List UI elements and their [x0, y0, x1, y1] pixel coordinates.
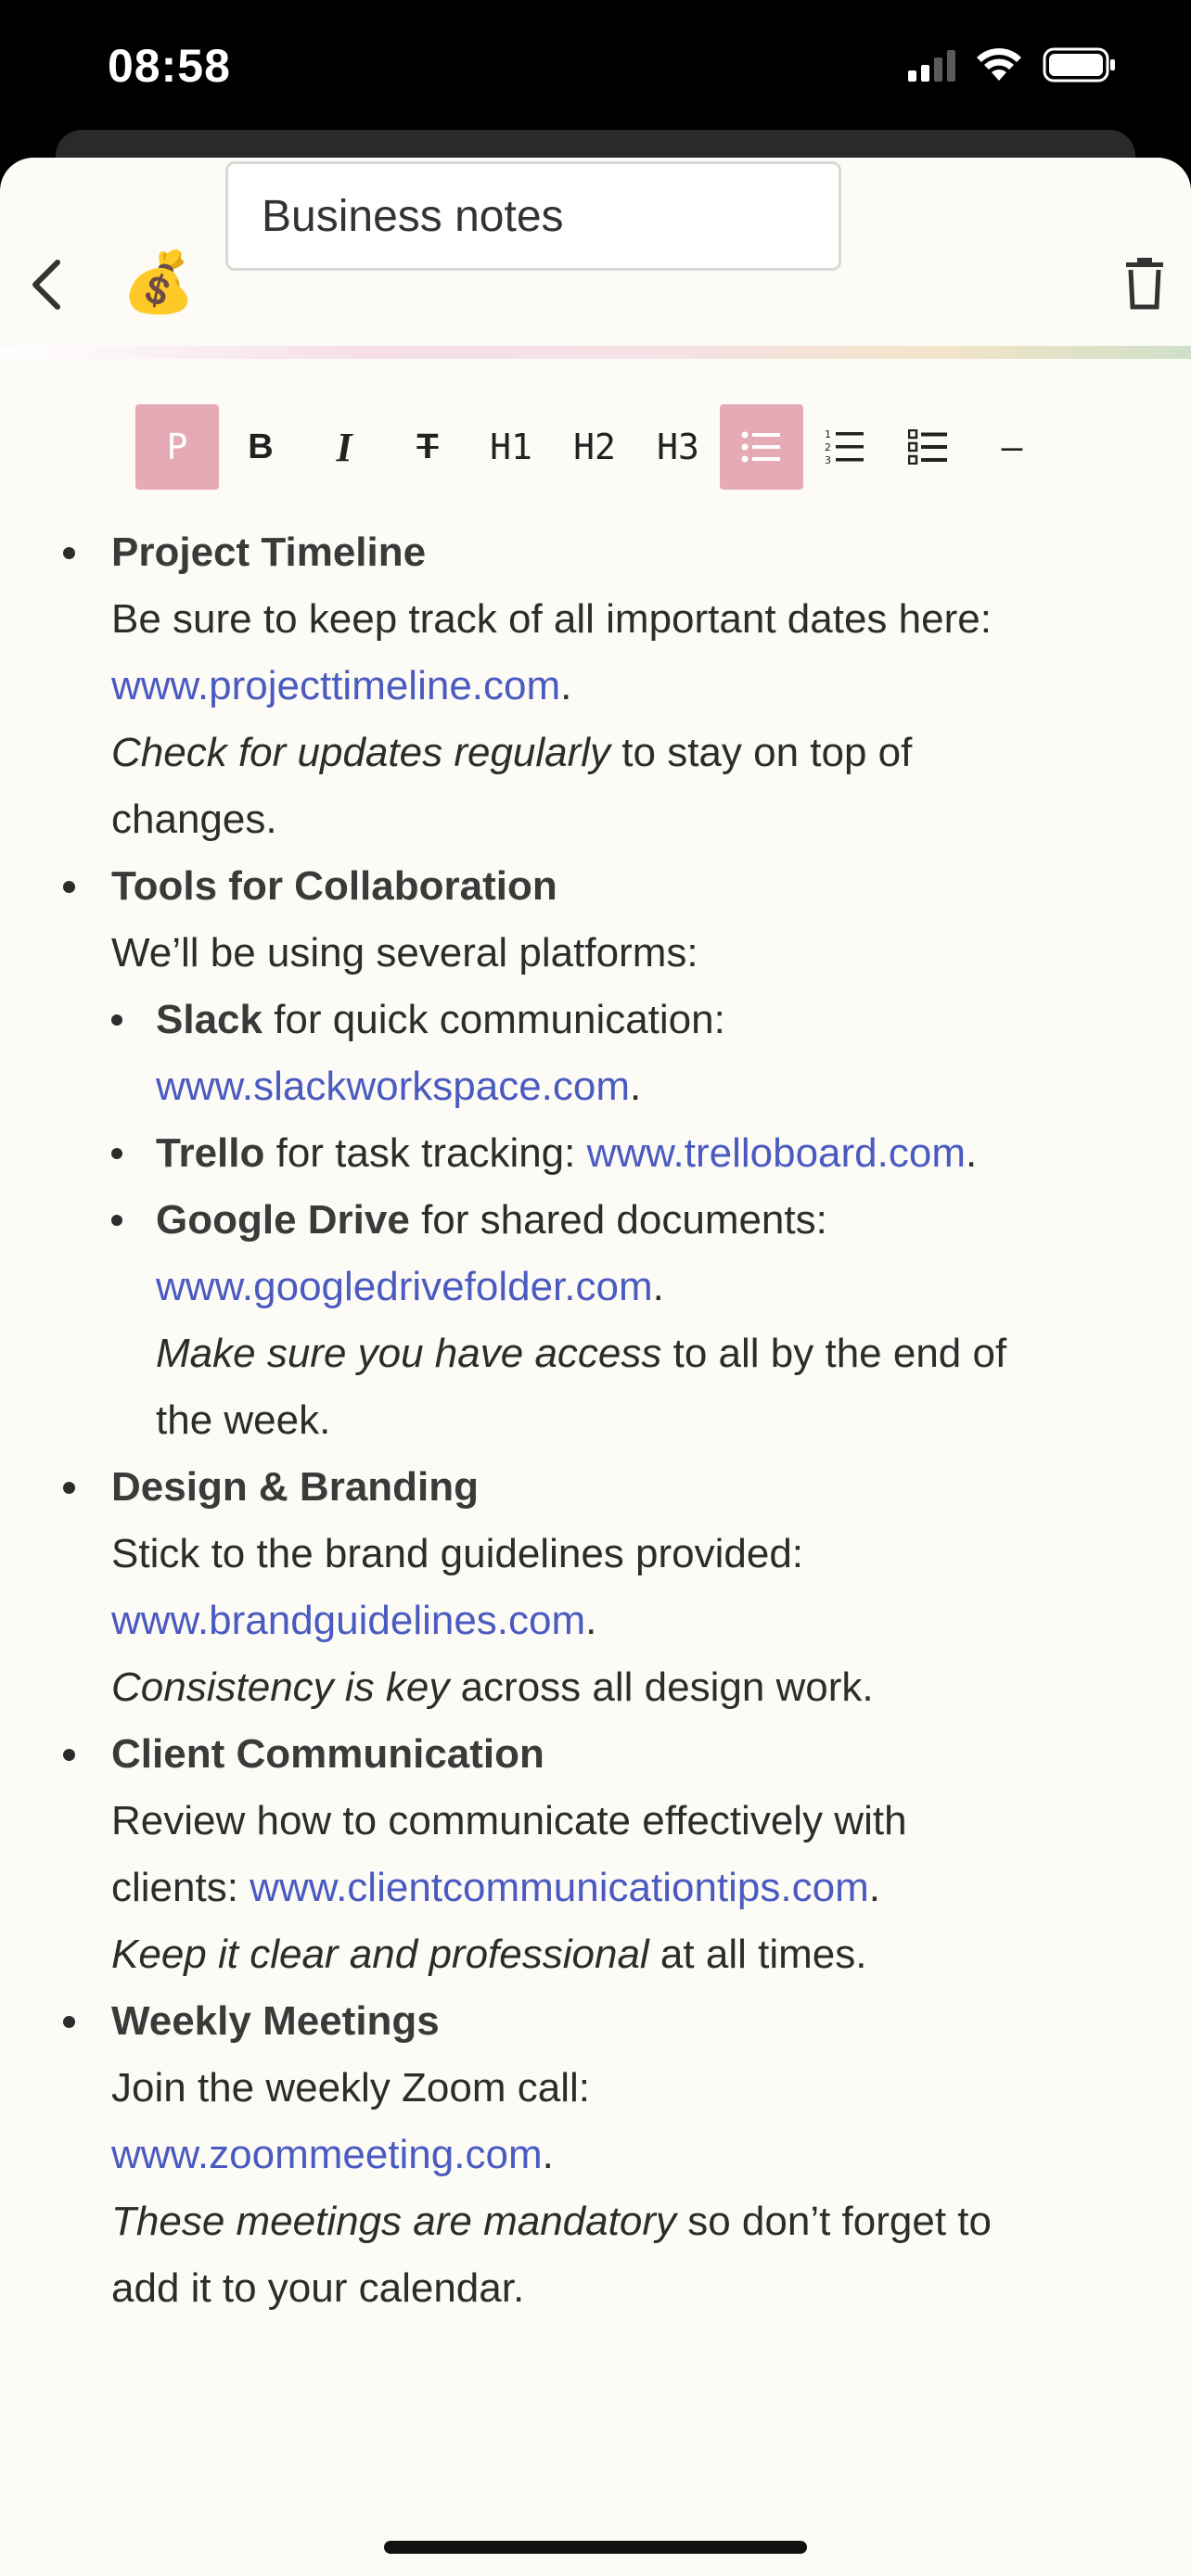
- section-title: Design & Branding: [111, 1464, 480, 1510]
- section-text: Be sure to keep track of all important d…: [111, 596, 992, 642]
- bold-button[interactable]: B: [219, 404, 302, 490]
- section-text: across all design work.: [449, 1664, 874, 1710]
- heading1-button[interactable]: H1: [469, 404, 553, 490]
- chevron-left-icon: [32, 260, 60, 310]
- bullet-list-button[interactable]: [720, 404, 803, 490]
- numbered-list-button[interactable]: 1 2 3: [803, 404, 887, 490]
- cellular-signal-icon: [908, 48, 955, 82]
- section-title: Weekly Meetings: [111, 1998, 440, 2044]
- list-item: Project Timeline Be sure to keep track o…: [63, 519, 1039, 853]
- svg-text:3: 3: [825, 454, 831, 465]
- link[interactable]: www.brandguidelines.com: [111, 1598, 585, 1643]
- svg-text:1: 1: [825, 428, 831, 440]
- list-item: Trello for task tracking: www.trelloboar…: [111, 1120, 1074, 1187]
- numbered-list-icon: 1 2 3: [825, 428, 864, 465]
- emphasis-text: Keep it clear and professional: [111, 1932, 649, 1977]
- link[interactable]: www.googledrivefolder.com: [156, 1264, 653, 1309]
- note-title-input[interactable]: [225, 161, 841, 271]
- section-text: at all times.: [648, 1932, 867, 1977]
- link[interactable]: www.projecttimeline.com: [111, 663, 560, 708]
- link[interactable]: www.zoommeeting.com: [111, 2132, 543, 2177]
- trash-icon: [1126, 258, 1163, 310]
- heading2-button[interactable]: H2: [553, 404, 636, 490]
- delete-button[interactable]: [1119, 250, 1171, 317]
- format-toolbar: P B I T H1 H2 H3 1 2 3 —: [135, 404, 1054, 490]
- list-item: Weekly Meetings Join the weekly Zoom cal…: [63, 1988, 1039, 2322]
- notes-list: Project Timeline Be sure to keep track o…: [0, 519, 1191, 2322]
- wifi-icon: [976, 47, 1022, 83]
- list-item: Slack for quick communication: www.slack…: [111, 987, 1074, 1120]
- emphasis-text: Consistency is key: [111, 1664, 450, 1710]
- platform-name: Trello: [156, 1130, 265, 1176]
- emphasis-text: Check for updates regularly: [111, 730, 611, 775]
- status-icons: [908, 46, 1117, 83]
- section-text: Stick to the brand guidelines provided:: [111, 1531, 804, 1576]
- paragraph-button[interactable]: P: [135, 404, 219, 490]
- header-divider: [0, 346, 1191, 359]
- list-item: Client Communication Review how to commu…: [63, 1721, 1039, 1988]
- note-editor[interactable]: Project Timeline Be sure to keep track o…: [0, 519, 1191, 2322]
- list-item: Google Drive for shared documents: www.g…: [111, 1187, 1074, 1454]
- note-emoji-button[interactable]: 💰: [122, 247, 196, 317]
- emphasis-text: These meetings are mandatory: [111, 2199, 676, 2244]
- platform-name: Slack: [156, 997, 263, 1042]
- link[interactable]: www.clientcommunicationtips.com: [250, 1865, 869, 1910]
- italic-button[interactable]: I: [302, 404, 386, 490]
- section-title: Tools for Collaboration: [111, 863, 557, 909]
- back-button[interactable]: [19, 252, 74, 317]
- section-text: We’ll be using several platforms:: [111, 930, 698, 976]
- list-item: Design & Branding Stick to the brand gui…: [63, 1454, 1039, 1721]
- platform-name: Google Drive: [156, 1197, 410, 1243]
- checklist-button[interactable]: [887, 404, 970, 490]
- platform-text: for task tracking:: [264, 1130, 587, 1176]
- battery-icon: [1043, 46, 1117, 83]
- bullet-list-icon: [741, 431, 780, 463]
- checklist-icon: [908, 429, 947, 465]
- status-time: 08:58: [108, 40, 231, 92]
- link[interactable]: www.slackworkspace.com: [156, 1064, 630, 1109]
- platform-text: for shared documents:: [409, 1197, 827, 1243]
- platform-text: for quick communication:: [262, 997, 725, 1042]
- heading3-button[interactable]: H3: [636, 404, 720, 490]
- platforms-list: Slack for quick communication: www.slack…: [111, 987, 1039, 1454]
- home-indicator[interactable]: [384, 2541, 807, 2554]
- section-title: Project Timeline: [111, 529, 427, 575]
- list-item: Tools for Collaboration We’ll be using s…: [63, 853, 1039, 1454]
- status-bar: 08:58: [0, 0, 1191, 139]
- section-title: Client Communication: [111, 1731, 544, 1777]
- section-text: Join the weekly Zoom call:: [111, 2065, 590, 2111]
- horizontal-rule-button[interactable]: —: [970, 404, 1054, 490]
- emphasis-text: Make sure you have access: [156, 1331, 662, 1376]
- strikethrough-button[interactable]: T: [386, 404, 469, 490]
- svg-text:2: 2: [825, 441, 831, 453]
- link[interactable]: www.trelloboard.com: [587, 1130, 966, 1176]
